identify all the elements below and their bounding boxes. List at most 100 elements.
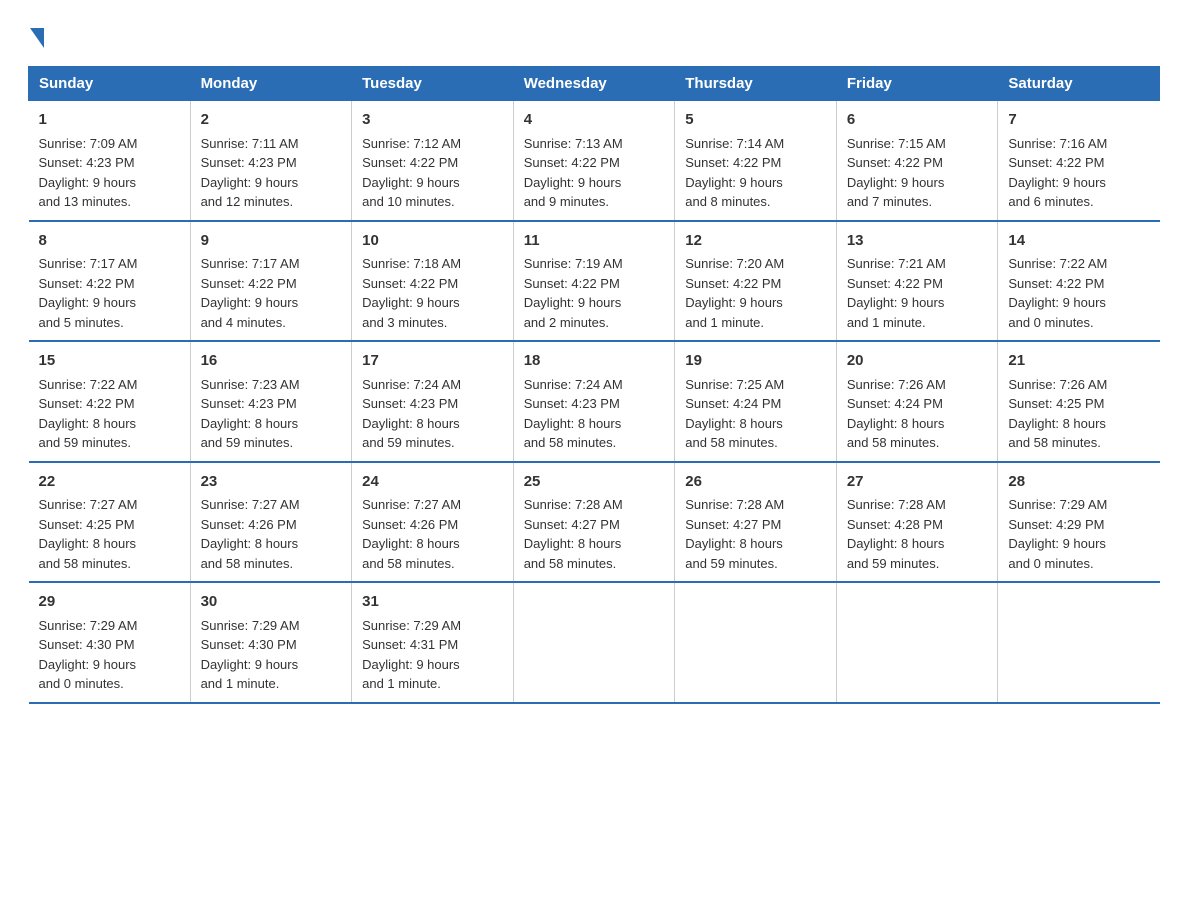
day-info: Sunrise: 7:15 AMSunset: 4:22 PMDaylight:…: [847, 134, 988, 212]
week-row-1: 1Sunrise: 7:09 AMSunset: 4:23 PMDaylight…: [29, 101, 1160, 221]
day-info: Sunrise: 7:17 AMSunset: 4:22 PMDaylight:…: [39, 254, 180, 332]
calendar-cell: 29Sunrise: 7:29 AMSunset: 4:30 PMDayligh…: [29, 582, 191, 703]
week-row-3: 15Sunrise: 7:22 AMSunset: 4:22 PMDayligh…: [29, 341, 1160, 462]
day-info: Sunrise: 7:19 AMSunset: 4:22 PMDaylight:…: [524, 254, 665, 332]
day-number: 29: [39, 591, 180, 614]
day-info: Sunrise: 7:23 AMSunset: 4:23 PMDaylight:…: [201, 375, 342, 453]
header-monday: Monday: [190, 67, 352, 101]
header-wednesday: Wednesday: [513, 67, 675, 101]
day-number: 4: [524, 109, 665, 132]
day-number: 25: [524, 471, 665, 494]
calendar-body: 1Sunrise: 7:09 AMSunset: 4:23 PMDaylight…: [29, 101, 1160, 703]
day-number: 2: [201, 109, 342, 132]
day-number: 27: [847, 471, 988, 494]
calendar-cell: 14Sunrise: 7:22 AMSunset: 4:22 PMDayligh…: [998, 221, 1160, 342]
day-number: 1: [39, 109, 180, 132]
day-info: Sunrise: 7:29 AMSunset: 4:30 PMDaylight:…: [39, 616, 180, 694]
day-info: Sunrise: 7:20 AMSunset: 4:22 PMDaylight:…: [685, 254, 826, 332]
calendar-cell: 12Sunrise: 7:20 AMSunset: 4:22 PMDayligh…: [675, 221, 837, 342]
calendar-cell: 18Sunrise: 7:24 AMSunset: 4:23 PMDayligh…: [513, 341, 675, 462]
calendar-cell: 30Sunrise: 7:29 AMSunset: 4:30 PMDayligh…: [190, 582, 352, 703]
calendar-cell: 17Sunrise: 7:24 AMSunset: 4:23 PMDayligh…: [352, 341, 514, 462]
day-info: Sunrise: 7:27 AMSunset: 4:26 PMDaylight:…: [201, 495, 342, 573]
day-info: Sunrise: 7:13 AMSunset: 4:22 PMDaylight:…: [524, 134, 665, 212]
day-info: Sunrise: 7:16 AMSunset: 4:22 PMDaylight:…: [1008, 134, 1149, 212]
calendar-cell: 2Sunrise: 7:11 AMSunset: 4:23 PMDaylight…: [190, 101, 352, 221]
day-number: 26: [685, 471, 826, 494]
day-info: Sunrise: 7:09 AMSunset: 4:23 PMDaylight:…: [39, 134, 180, 212]
header-row: SundayMondayTuesdayWednesdayThursdayFrid…: [29, 67, 1160, 101]
calendar-cell: 4Sunrise: 7:13 AMSunset: 4:22 PMDaylight…: [513, 101, 675, 221]
day-number: 24: [362, 471, 503, 494]
day-info: Sunrise: 7:25 AMSunset: 4:24 PMDaylight:…: [685, 375, 826, 453]
day-number: 20: [847, 350, 988, 373]
day-info: Sunrise: 7:22 AMSunset: 4:22 PMDaylight:…: [39, 375, 180, 453]
header-thursday: Thursday: [675, 67, 837, 101]
day-number: 3: [362, 109, 503, 132]
calendar-cell: 3Sunrise: 7:12 AMSunset: 4:22 PMDaylight…: [352, 101, 514, 221]
day-info: Sunrise: 7:27 AMSunset: 4:26 PMDaylight:…: [362, 495, 503, 573]
calendar-cell: 9Sunrise: 7:17 AMSunset: 4:22 PMDaylight…: [190, 221, 352, 342]
day-number: 28: [1008, 471, 1149, 494]
day-number: 16: [201, 350, 342, 373]
day-number: 23: [201, 471, 342, 494]
day-info: Sunrise: 7:26 AMSunset: 4:24 PMDaylight:…: [847, 375, 988, 453]
day-info: Sunrise: 7:27 AMSunset: 4:25 PMDaylight:…: [39, 495, 180, 573]
day-number: 12: [685, 230, 826, 253]
logo-arrow-icon: [30, 28, 44, 48]
day-number: 31: [362, 591, 503, 614]
header-friday: Friday: [836, 67, 998, 101]
calendar-cell: 10Sunrise: 7:18 AMSunset: 4:22 PMDayligh…: [352, 221, 514, 342]
calendar-cell: [513, 582, 675, 703]
calendar-cell: 28Sunrise: 7:29 AMSunset: 4:29 PMDayligh…: [998, 462, 1160, 583]
calendar-cell: [675, 582, 837, 703]
day-info: Sunrise: 7:29 AMSunset: 4:29 PMDaylight:…: [1008, 495, 1149, 573]
calendar-cell: 8Sunrise: 7:17 AMSunset: 4:22 PMDaylight…: [29, 221, 191, 342]
calendar-cell: 20Sunrise: 7:26 AMSunset: 4:24 PMDayligh…: [836, 341, 998, 462]
day-info: Sunrise: 7:11 AMSunset: 4:23 PMDaylight:…: [201, 134, 342, 212]
day-number: 10: [362, 230, 503, 253]
calendar-cell: [998, 582, 1160, 703]
day-info: Sunrise: 7:29 AMSunset: 4:30 PMDaylight:…: [201, 616, 342, 694]
day-number: 18: [524, 350, 665, 373]
calendar-cell: 11Sunrise: 7:19 AMSunset: 4:22 PMDayligh…: [513, 221, 675, 342]
day-number: 9: [201, 230, 342, 253]
header-saturday: Saturday: [998, 67, 1160, 101]
day-info: Sunrise: 7:17 AMSunset: 4:22 PMDaylight:…: [201, 254, 342, 332]
day-info: Sunrise: 7:28 AMSunset: 4:27 PMDaylight:…: [685, 495, 826, 573]
calendar-cell: 16Sunrise: 7:23 AMSunset: 4:23 PMDayligh…: [190, 341, 352, 462]
page-header: [28, 24, 1160, 48]
day-number: 7: [1008, 109, 1149, 132]
calendar-cell: 6Sunrise: 7:15 AMSunset: 4:22 PMDaylight…: [836, 101, 998, 221]
day-number: 21: [1008, 350, 1149, 373]
calendar-cell: 23Sunrise: 7:27 AMSunset: 4:26 PMDayligh…: [190, 462, 352, 583]
calendar-cell: 21Sunrise: 7:26 AMSunset: 4:25 PMDayligh…: [998, 341, 1160, 462]
calendar-cell: 5Sunrise: 7:14 AMSunset: 4:22 PMDaylight…: [675, 101, 837, 221]
day-info: Sunrise: 7:18 AMSunset: 4:22 PMDaylight:…: [362, 254, 503, 332]
calendar-cell: 1Sunrise: 7:09 AMSunset: 4:23 PMDaylight…: [29, 101, 191, 221]
calendar-cell: 13Sunrise: 7:21 AMSunset: 4:22 PMDayligh…: [836, 221, 998, 342]
day-info: Sunrise: 7:28 AMSunset: 4:27 PMDaylight:…: [524, 495, 665, 573]
calendar-cell: 15Sunrise: 7:22 AMSunset: 4:22 PMDayligh…: [29, 341, 191, 462]
day-number: 30: [201, 591, 342, 614]
day-number: 15: [39, 350, 180, 373]
day-info: Sunrise: 7:29 AMSunset: 4:31 PMDaylight:…: [362, 616, 503, 694]
day-number: 11: [524, 230, 665, 253]
week-row-5: 29Sunrise: 7:29 AMSunset: 4:30 PMDayligh…: [29, 582, 1160, 703]
day-number: 13: [847, 230, 988, 253]
day-number: 17: [362, 350, 503, 373]
calendar-cell: 22Sunrise: 7:27 AMSunset: 4:25 PMDayligh…: [29, 462, 191, 583]
day-info: Sunrise: 7:21 AMSunset: 4:22 PMDaylight:…: [847, 254, 988, 332]
calendar-cell: 24Sunrise: 7:27 AMSunset: 4:26 PMDayligh…: [352, 462, 514, 583]
day-info: Sunrise: 7:22 AMSunset: 4:22 PMDaylight:…: [1008, 254, 1149, 332]
day-info: Sunrise: 7:24 AMSunset: 4:23 PMDaylight:…: [362, 375, 503, 453]
day-info: Sunrise: 7:24 AMSunset: 4:23 PMDaylight:…: [524, 375, 665, 453]
day-info: Sunrise: 7:14 AMSunset: 4:22 PMDaylight:…: [685, 134, 826, 212]
day-info: Sunrise: 7:28 AMSunset: 4:28 PMDaylight:…: [847, 495, 988, 573]
calendar-table: SundayMondayTuesdayWednesdayThursdayFrid…: [28, 66, 1160, 704]
calendar-header: SundayMondayTuesdayWednesdayThursdayFrid…: [29, 67, 1160, 101]
day-number: 14: [1008, 230, 1149, 253]
day-info: Sunrise: 7:12 AMSunset: 4:22 PMDaylight:…: [362, 134, 503, 212]
week-row-2: 8Sunrise: 7:17 AMSunset: 4:22 PMDaylight…: [29, 221, 1160, 342]
day-number: 5: [685, 109, 826, 132]
